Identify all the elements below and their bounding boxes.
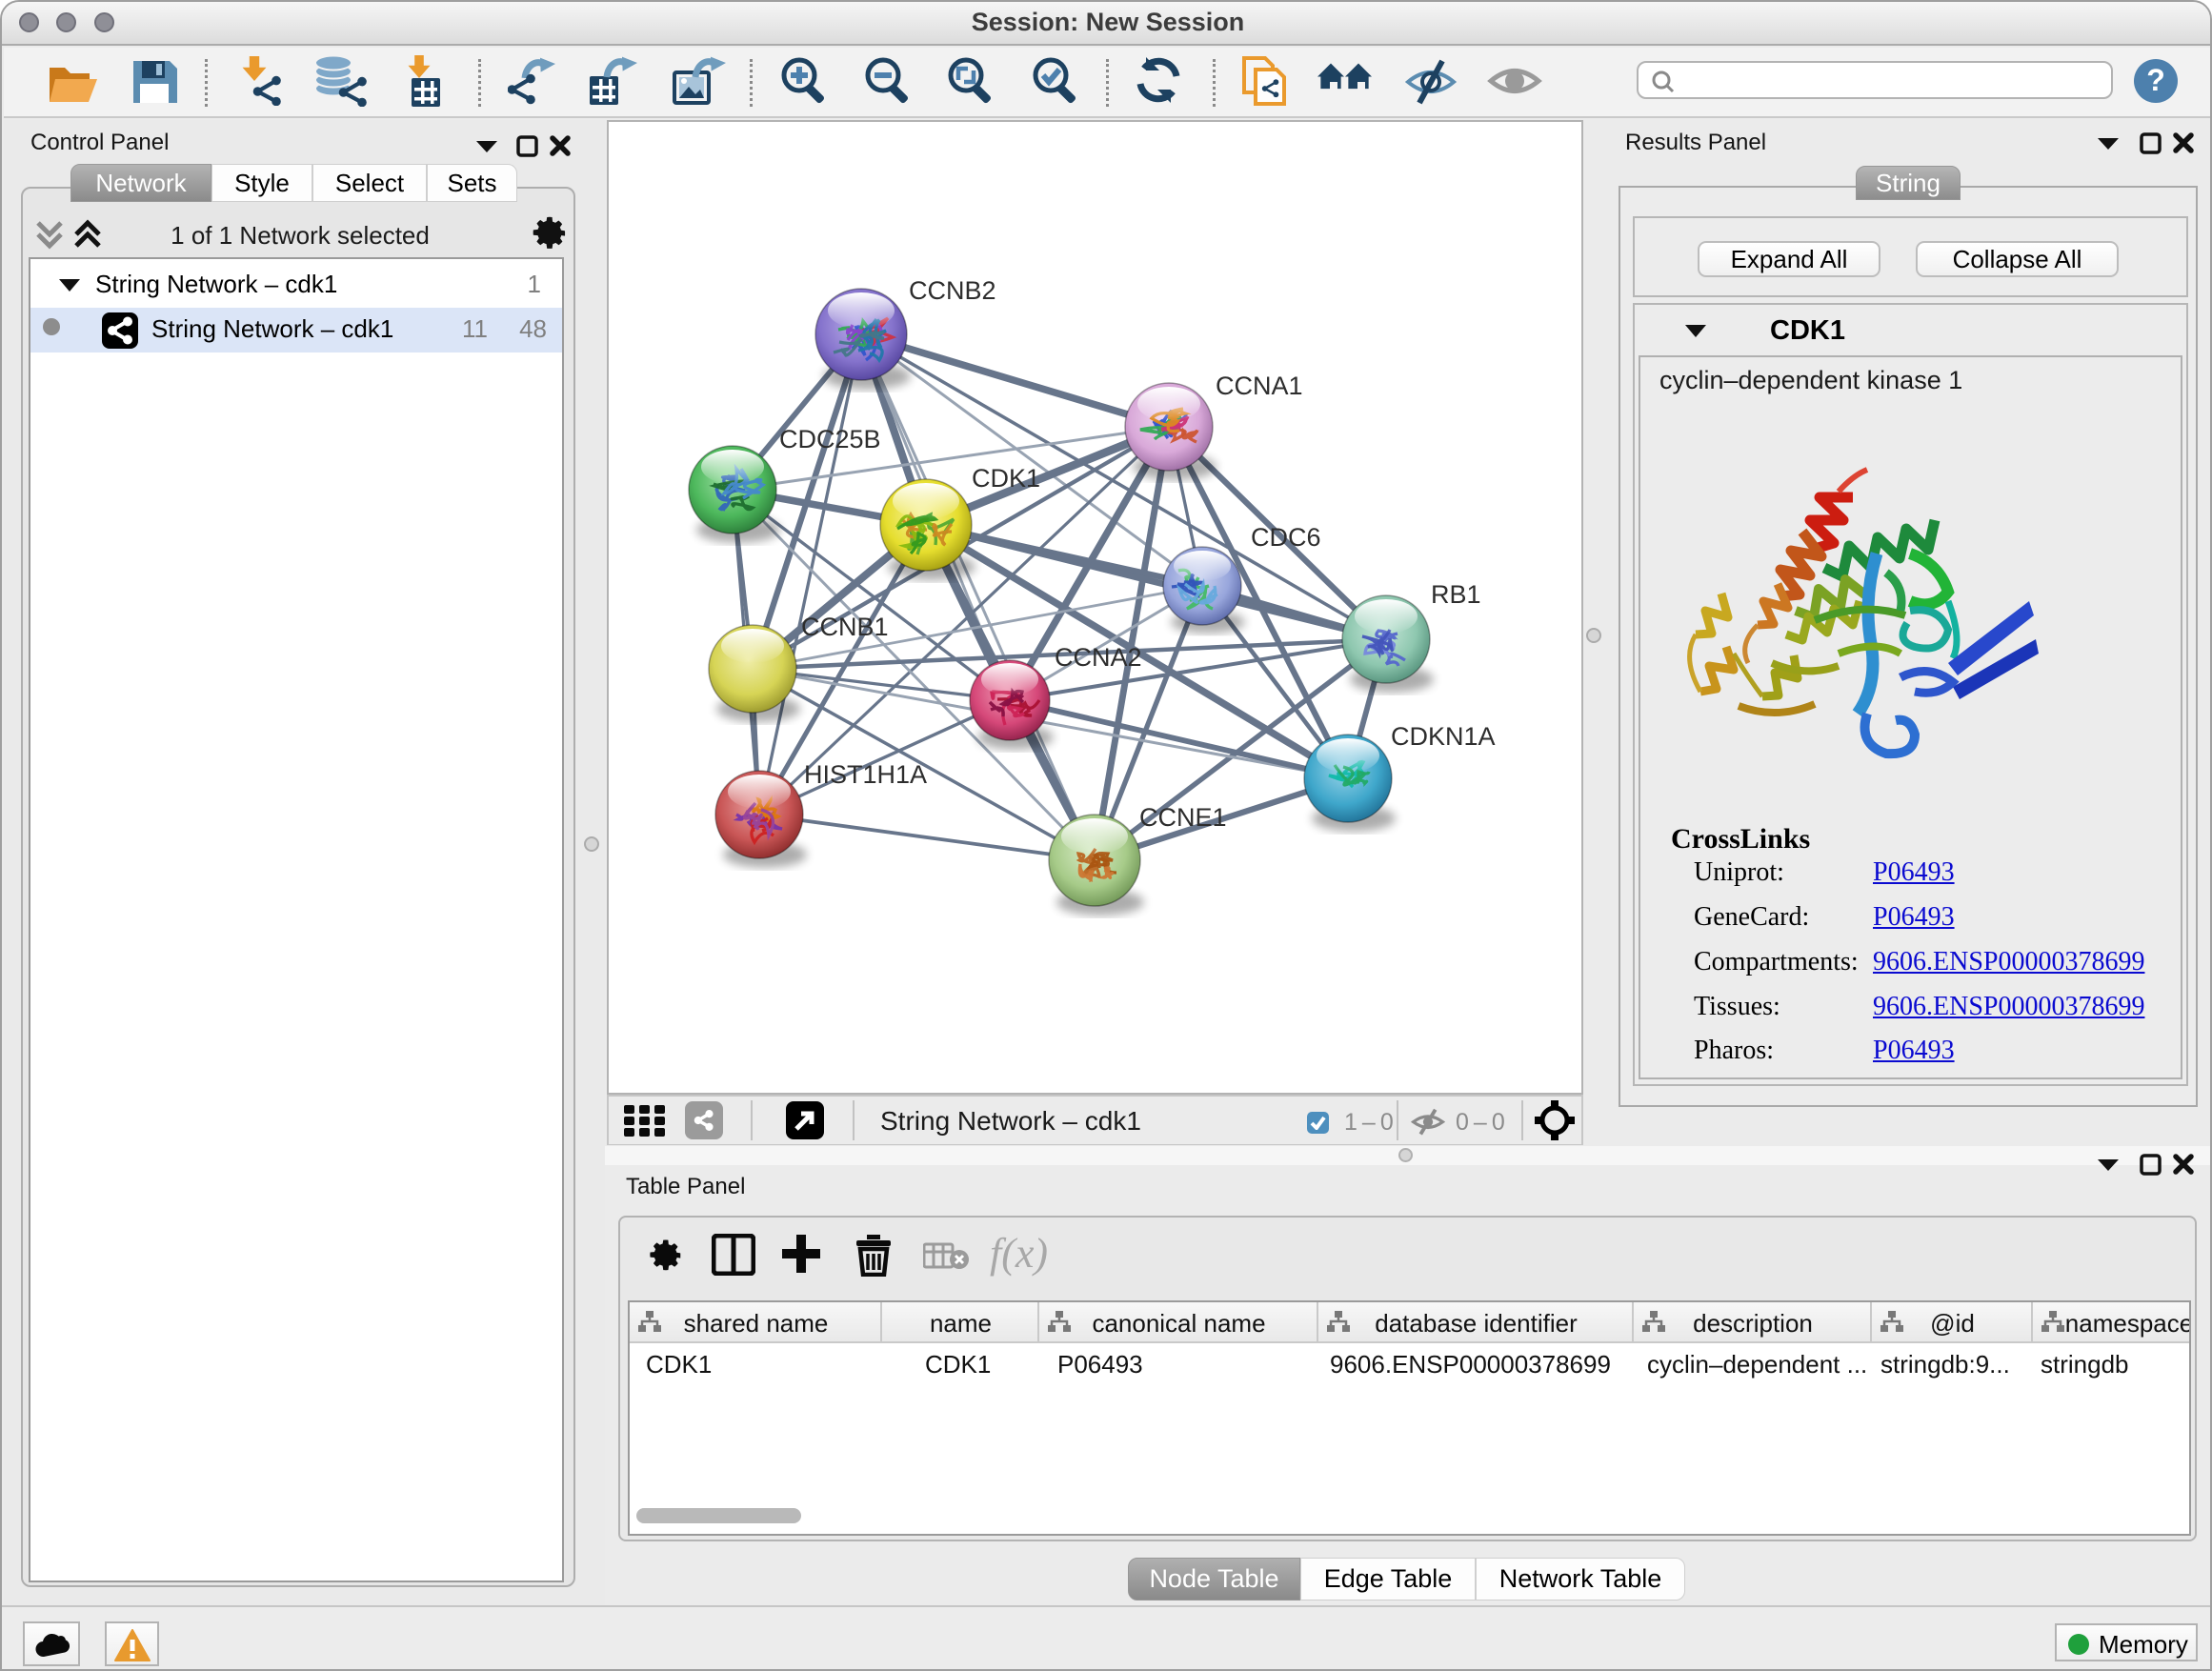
svg-text:HIST1H1A: HIST1H1A — [804, 760, 927, 789]
svg-text:CDK1: CDK1 — [972, 464, 1040, 493]
svg-text:CCNE1: CCNE1 — [1139, 803, 1227, 832]
svg-text:?: ? — [2146, 63, 2165, 97]
svg-text:CDKN1A: CDKN1A — [1391, 722, 1496, 751]
svg-text:CCNA2: CCNA2 — [1055, 643, 1142, 672]
svg-text:CCNB2: CCNB2 — [909, 276, 996, 305]
svg-text:CCNB1: CCNB1 — [801, 613, 889, 641]
svg-text:RB1: RB1 — [1431, 580, 1481, 609]
svg-text:CDC25B: CDC25B — [779, 425, 881, 453]
svg-text:CCNA1: CCNA1 — [1216, 372, 1303, 400]
svg-text:CDC6: CDC6 — [1251, 523, 1321, 552]
